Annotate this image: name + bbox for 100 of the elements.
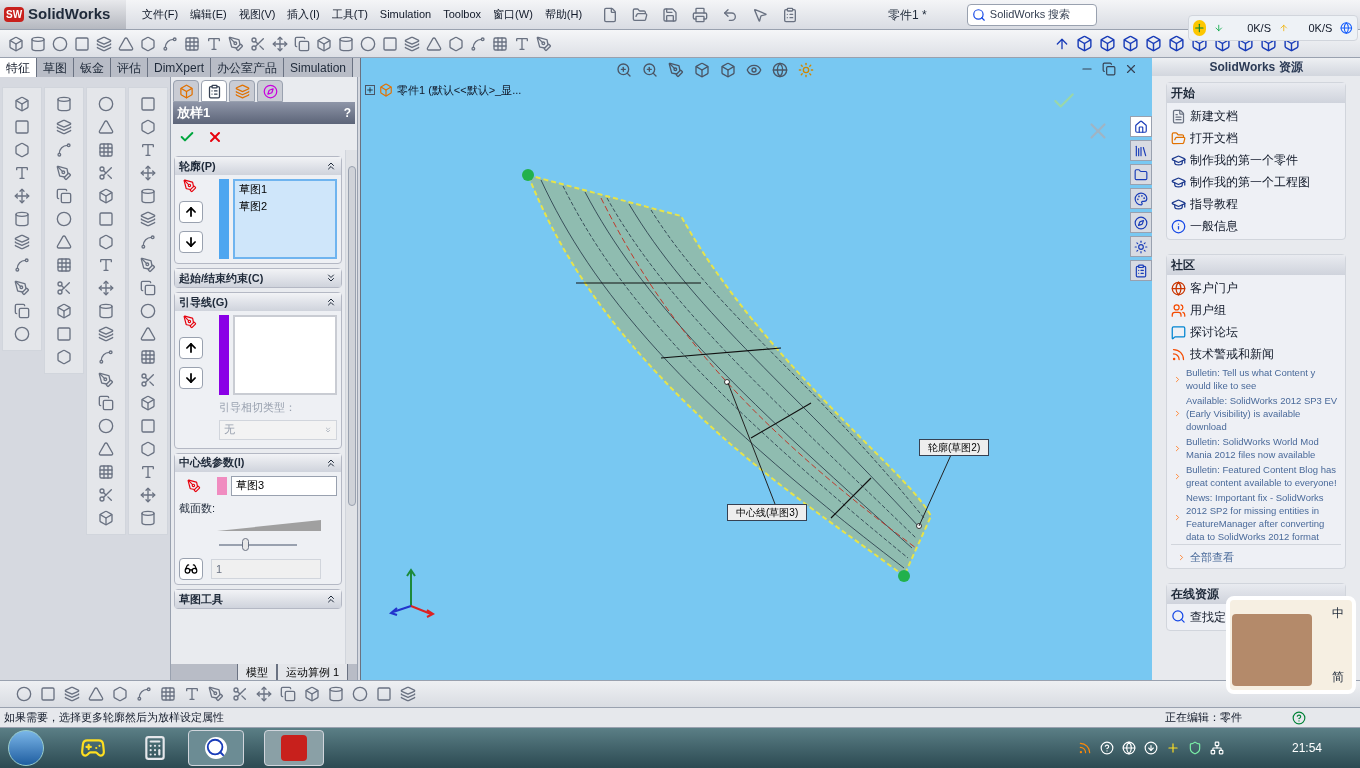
grid-icon[interactable] [56, 257, 72, 273]
menu-item[interactable]: 文件(F) [142, 6, 179, 23]
curve-icon[interactable] [136, 686, 152, 702]
command-tab[interactable]: 钣金 [74, 58, 111, 77]
command-tab[interactable]: Simulation [284, 58, 354, 77]
layers-icon[interactable] [140, 211, 156, 227]
menu-item[interactable]: 编辑(E) [190, 6, 227, 23]
circle-icon[interactable] [52, 35, 68, 52]
news-link[interactable]: Available: SolidWorks 2012 SP3 EV (Early Visibility) is available download [1186, 393, 1341, 434]
glasses-button[interactable] [179, 558, 203, 580]
hexagon-icon[interactable] [448, 35, 464, 52]
letter-icon[interactable] [184, 686, 200, 702]
cube-icon[interactable] [694, 62, 710, 78]
cube-icon[interactable] [1168, 35, 1185, 52]
resource-link[interactable]: 指导教程 [1190, 195, 1238, 213]
pen-icon[interactable] [56, 165, 72, 181]
curve-icon[interactable] [140, 234, 156, 250]
tray-icon[interactable] [1077, 741, 1092, 755]
network-icon[interactable] [1209, 741, 1224, 755]
hexagon-icon[interactable] [140, 119, 156, 135]
task-pane-tab[interactable] [1130, 212, 1152, 233]
slider-thumb[interactable] [241, 538, 249, 551]
news-link[interactable]: News: Important fix - SolidWorks 2012 SP2 for missing entities in FeatureManager after converting data to SolidWorks 2012 format [1186, 490, 1341, 544]
circle-icon[interactable] [16, 686, 32, 702]
start-button[interactable] [8, 730, 44, 766]
square-icon[interactable] [56, 326, 72, 342]
view-all-link[interactable]: 全部查看 [1190, 549, 1234, 566]
expand-icon[interactable] [365, 85, 375, 96]
undo-icon[interactable] [722, 6, 739, 23]
resource-link[interactable]: 制作我的第一个工程图 [1190, 173, 1310, 191]
copy-icon[interactable] [14, 303, 30, 319]
chevron-icon[interactable] [325, 272, 337, 284]
scissors-icon[interactable] [250, 35, 266, 52]
copy-icon[interactable] [140, 280, 156, 296]
move-icon[interactable] [98, 280, 114, 296]
copy-icon[interactable] [56, 188, 72, 204]
triangle-icon[interactable] [98, 119, 114, 135]
cube-icon[interactable] [304, 686, 320, 702]
move-up-button[interactable] [179, 201, 203, 223]
grid-icon[interactable] [160, 686, 176, 702]
square-icon[interactable] [14, 119, 30, 135]
plus-icon[interactable] [1193, 20, 1206, 36]
calculator-icon[interactable] [142, 735, 168, 761]
cube-icon[interactable] [140, 395, 156, 411]
taskbar-app-button[interactable] [264, 730, 324, 766]
section-header[interactable]: 轮廓(P) [175, 157, 341, 175]
selection-list[interactable]: 草图1 草图2 [233, 179, 337, 259]
hexagon-icon[interactable] [112, 686, 128, 702]
help-button[interactable]: ? [343, 104, 351, 122]
triangle-icon[interactable] [98, 441, 114, 457]
browser-icon[interactable] [1340, 20, 1353, 36]
tree-label[interactable]: 零件1 (默认<<默认>_显... [397, 82, 522, 99]
cube-icon[interactable] [8, 35, 24, 52]
new-document-icon[interactable] [602, 6, 619, 23]
resource-link[interactable]: 新建文档 [1190, 107, 1238, 125]
curve-icon[interactable] [470, 35, 486, 52]
square-icon[interactable] [376, 686, 392, 702]
triangle-icon[interactable] [88, 686, 104, 702]
panel-tab[interactable] [201, 80, 227, 102]
menu-item[interactable]: 窗口(W) [493, 6, 533, 23]
resource-link[interactable]: 查找定 [1190, 607, 1226, 626]
layers-icon[interactable] [56, 119, 72, 135]
pen-icon[interactable] [140, 257, 156, 273]
pen-icon[interactable] [208, 686, 224, 702]
square-icon[interactable] [140, 96, 156, 112]
task-pane-tab[interactable] [1130, 116, 1152, 137]
chevron-icon[interactable] [325, 160, 337, 172]
task-pane-tab[interactable] [1130, 236, 1152, 257]
scissors-icon[interactable] [56, 280, 72, 296]
search-field[interactable]: SolidWorks 搜索 [966, 3, 1097, 26]
pen-icon[interactable] [14, 280, 30, 296]
centerline-field[interactable]: 草图3 [231, 475, 337, 496]
triangle-icon[interactable] [56, 234, 72, 250]
scrollbar[interactable] [345, 150, 357, 664]
input-mode[interactable]: 中 [1332, 604, 1344, 622]
square-icon[interactable] [140, 418, 156, 434]
cube-icon[interactable] [1145, 35, 1162, 52]
close-icon[interactable] [1124, 62, 1138, 76]
letter-icon[interactable] [140, 464, 156, 480]
move-icon[interactable] [14, 188, 30, 204]
command-tab[interactable]: DimXpert [148, 58, 211, 77]
copy-icon[interactable] [294, 35, 310, 52]
cube-icon[interactable] [1122, 35, 1139, 52]
circle-icon[interactable] [360, 35, 376, 52]
news-link[interactable]: Bulletin: SolidWorks World Mod Mania 2012 files now available [1186, 434, 1341, 462]
cube-icon[interactable] [1099, 35, 1116, 52]
hexagon-icon[interactable] [98, 234, 114, 250]
resource-link[interactable]: 一般信息 [1190, 217, 1238, 235]
news-link[interactable]: Bulletin: Featured Content Blog has great content available to everyone! [1186, 462, 1341, 490]
hexagon-icon[interactable] [14, 142, 30, 158]
command-tab[interactable]: 办公室产品 [211, 58, 284, 77]
resource-link[interactable]: 打开文档 [1190, 129, 1238, 147]
menu-item[interactable]: Simulation [379, 6, 432, 23]
eye-icon[interactable] [746, 62, 762, 78]
command-tab[interactable]: 特征 [0, 58, 37, 77]
scissors-icon[interactable] [232, 686, 248, 702]
layers-icon[interactable] [64, 686, 80, 702]
task-pane-tab[interactable] [1130, 140, 1152, 161]
circle-icon[interactable] [56, 211, 72, 227]
cylinder-icon[interactable] [56, 96, 72, 112]
